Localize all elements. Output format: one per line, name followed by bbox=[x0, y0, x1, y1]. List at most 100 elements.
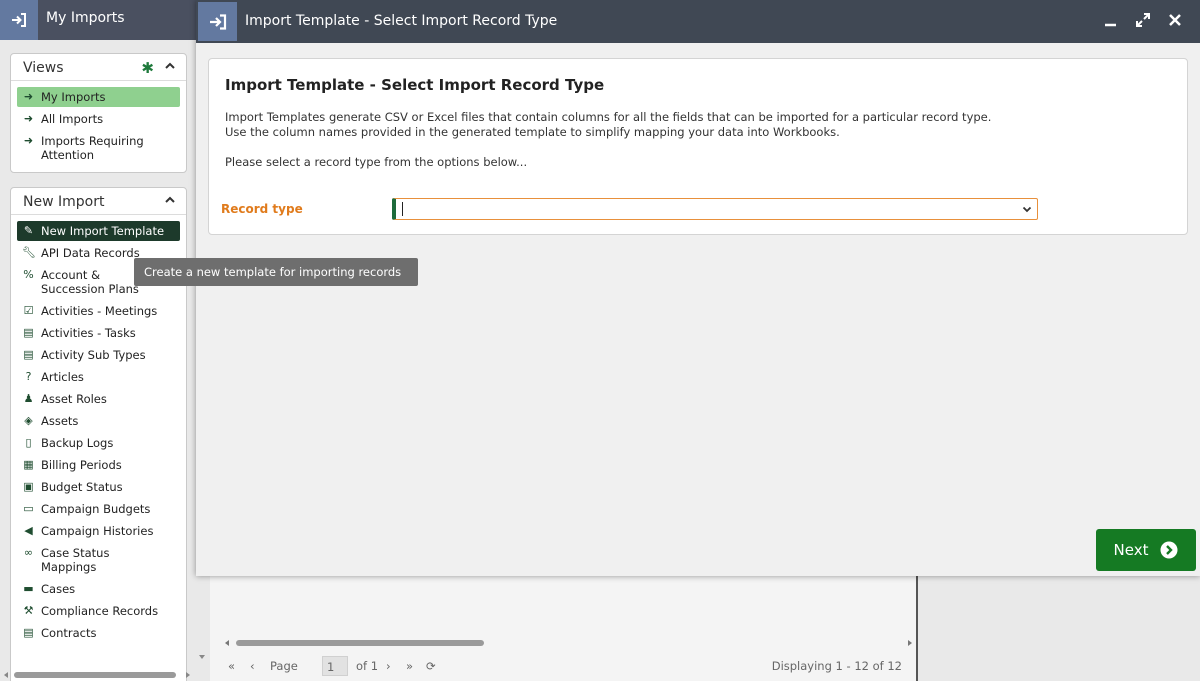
modal-window-title: Import Template - Select Import Record T… bbox=[245, 13, 558, 29]
nav-label: Assets bbox=[41, 414, 79, 428]
modal-title-bar[interactable]: Import Template - Select Import Record T… bbox=[196, 0, 1200, 43]
refresh-icon[interactable]: ⟳ bbox=[426, 659, 436, 673]
nav-label: Case Status Mappings bbox=[41, 546, 110, 574]
edit-icon: ✎ bbox=[23, 224, 34, 237]
grid-scroll-thumb[interactable] bbox=[236, 640, 484, 646]
new-import-item[interactable]: ▤ Contracts bbox=[17, 623, 180, 643]
imports-grid: « ‹ Page 1 of 1 › » ⟳ Displaying 1 - 12 … bbox=[210, 575, 918, 681]
sign-in-icon bbox=[198, 2, 237, 41]
nav-label: Compliance Records bbox=[41, 604, 159, 618]
new-import-item[interactable]: ☑ Activities - Meetings bbox=[17, 301, 180, 321]
description-line-2: Use the column names provided in the gen… bbox=[225, 124, 840, 139]
first-page-icon[interactable]: « bbox=[228, 659, 235, 673]
new-import-item[interactable]: ◀ Campaign Histories bbox=[17, 521, 180, 541]
new-import-item[interactable]: ◈ Assets bbox=[17, 411, 180, 431]
sidebar-scroll-thumb[interactable] bbox=[14, 672, 176, 678]
nav-label: Cases bbox=[41, 582, 76, 596]
new-import-panel-title: New Import bbox=[23, 194, 105, 210]
chevron-down-icon[interactable] bbox=[1022, 204, 1032, 214]
question-circle-icon: ? bbox=[25, 370, 32, 383]
new-import-item[interactable]: ▤ Activities - Tasks bbox=[17, 323, 180, 343]
tab-title[interactable]: My Imports bbox=[46, 10, 125, 26]
new-import-item[interactable]: ▣ Budget Status bbox=[17, 477, 180, 497]
tooltip: Create a new template for importing reco… bbox=[134, 258, 418, 286]
bullhorn-icon: ◀ bbox=[24, 524, 33, 537]
money-bill-icon: ▭ bbox=[23, 502, 34, 515]
record-type-label: Record type bbox=[221, 202, 303, 216]
views-panel-header[interactable]: Views ✱ bbox=[11, 54, 186, 81]
nav-label: Activity Sub Types bbox=[41, 348, 146, 362]
nav-label: Campaign Histories bbox=[41, 524, 154, 538]
clipboard-check-icon: ▤ bbox=[23, 348, 34, 361]
gavel-icon: ⚒ bbox=[23, 604, 34, 617]
nav-label: My Imports bbox=[41, 90, 106, 104]
close-icon[interactable] bbox=[1168, 12, 1182, 32]
calendar-icon: ▦ bbox=[23, 458, 34, 471]
page-count: of 1 bbox=[356, 659, 379, 673]
new-import-item[interactable]: ? Articles bbox=[17, 367, 180, 387]
page-title: Import Template - Select Import Record T… bbox=[225, 76, 605, 94]
calendar-check-icon: ☑ bbox=[23, 304, 34, 317]
sign-in-icon bbox=[0, 0, 38, 40]
new-import-item[interactable]: ▬ Cases bbox=[17, 579, 180, 599]
import-template-modal: Import Template - Select Import Record T… bbox=[196, 0, 1200, 576]
nav-label: New Import Template bbox=[41, 224, 165, 238]
new-import-item[interactable]: ⚒ Compliance Records bbox=[17, 601, 180, 621]
budget-icon: ▣ bbox=[23, 480, 34, 493]
prev-page-icon[interactable]: ‹ bbox=[250, 659, 255, 673]
next-button-label: Next bbox=[1113, 541, 1149, 559]
sign-in-icon: ➜ bbox=[23, 90, 34, 103]
page-label: Page bbox=[270, 659, 298, 673]
page-number-input[interactable]: 1 bbox=[322, 656, 348, 676]
gear-icon[interactable]: ✱ bbox=[141, 59, 154, 77]
new-import-item[interactable]: ▯ Backup Logs bbox=[17, 433, 180, 453]
views-panel: Views ✱ ➜ My Imports ➜ All Imports ➜ Imp… bbox=[10, 53, 187, 173]
minimize-icon[interactable] bbox=[1104, 12, 1118, 32]
maximize-icon[interactable] bbox=[1135, 12, 1151, 32]
next-page-icon[interactable]: › bbox=[386, 659, 391, 673]
description: Import Templates generate CSV or Excel f… bbox=[225, 110, 1125, 139]
chevron-up-icon[interactable] bbox=[164, 194, 176, 206]
last-page-icon[interactable]: » bbox=[406, 659, 413, 673]
record-type-select[interactable] bbox=[392, 198, 1038, 220]
file-archive-icon: ▯ bbox=[25, 436, 32, 449]
next-button[interactable]: Next bbox=[1096, 529, 1196, 571]
percent-icon: % bbox=[23, 268, 34, 281]
views-item-all-imports[interactable]: ➜ All Imports bbox=[17, 109, 180, 129]
text-cursor bbox=[402, 202, 403, 216]
views-item-imports-requiring-attention[interactable]: ➜ Imports Requiring Attention bbox=[17, 131, 167, 165]
views-item-my-imports[interactable]: ➜ My Imports bbox=[17, 87, 180, 107]
new-import-item[interactable]: ▭ Campaign Budgets bbox=[17, 499, 180, 519]
nav-label: Imports Requiring Attention bbox=[41, 134, 144, 162]
display-count: Displaying 1 - 12 of 12 bbox=[771, 659, 902, 673]
nav-label: API Data Records bbox=[41, 246, 140, 260]
new-import-item-new-template[interactable]: ✎ New Import Template bbox=[17, 221, 180, 241]
new-import-item[interactable]: ♟ Asset Roles bbox=[17, 389, 180, 409]
new-import-item[interactable]: ∞ Case Status Mappings bbox=[17, 543, 167, 577]
file-contract-icon: ▤ bbox=[23, 626, 34, 639]
nav-label: Campaign Budgets bbox=[41, 502, 151, 516]
users-icon: ♟ bbox=[23, 392, 34, 405]
sidebar-scroll-down[interactable] bbox=[196, 618, 208, 681]
app-tab-bar: My Imports bbox=[0, 0, 196, 40]
nav-label: Budget Status bbox=[41, 480, 123, 494]
nav-label: Account & Succession Plans bbox=[41, 268, 139, 296]
wrench-icon: 🔧︎ bbox=[22, 246, 36, 259]
chevron-circle-right-icon bbox=[1160, 541, 1178, 559]
description-line-1: Import Templates generate CSV or Excel f… bbox=[225, 110, 992, 124]
nav-label: Activities - Tasks bbox=[41, 326, 136, 340]
chevron-up-icon[interactable] bbox=[164, 60, 176, 72]
new-import-panel-header[interactable]: New Import bbox=[11, 188, 186, 215]
cube-icon: ◈ bbox=[24, 414, 33, 427]
new-import-item[interactable]: ▤ Activity Sub Types bbox=[17, 345, 180, 365]
nav-label: All Imports bbox=[41, 112, 104, 126]
views-panel-title: Views bbox=[23, 60, 64, 76]
new-import-item[interactable]: ▦ Billing Periods bbox=[17, 455, 180, 475]
nav-label: Backup Logs bbox=[41, 436, 114, 450]
pager: « ‹ Page 1 of 1 › » ⟳ Displaying 1 - 12 … bbox=[226, 655, 910, 677]
nav-label: Articles bbox=[41, 370, 84, 384]
record-type-card: Import Template - Select Import Record T… bbox=[208, 58, 1188, 235]
sign-in-icon: ➜ bbox=[23, 134, 34, 147]
briefcase-icon: ▬ bbox=[23, 582, 34, 595]
nav-label: Contracts bbox=[41, 626, 97, 640]
